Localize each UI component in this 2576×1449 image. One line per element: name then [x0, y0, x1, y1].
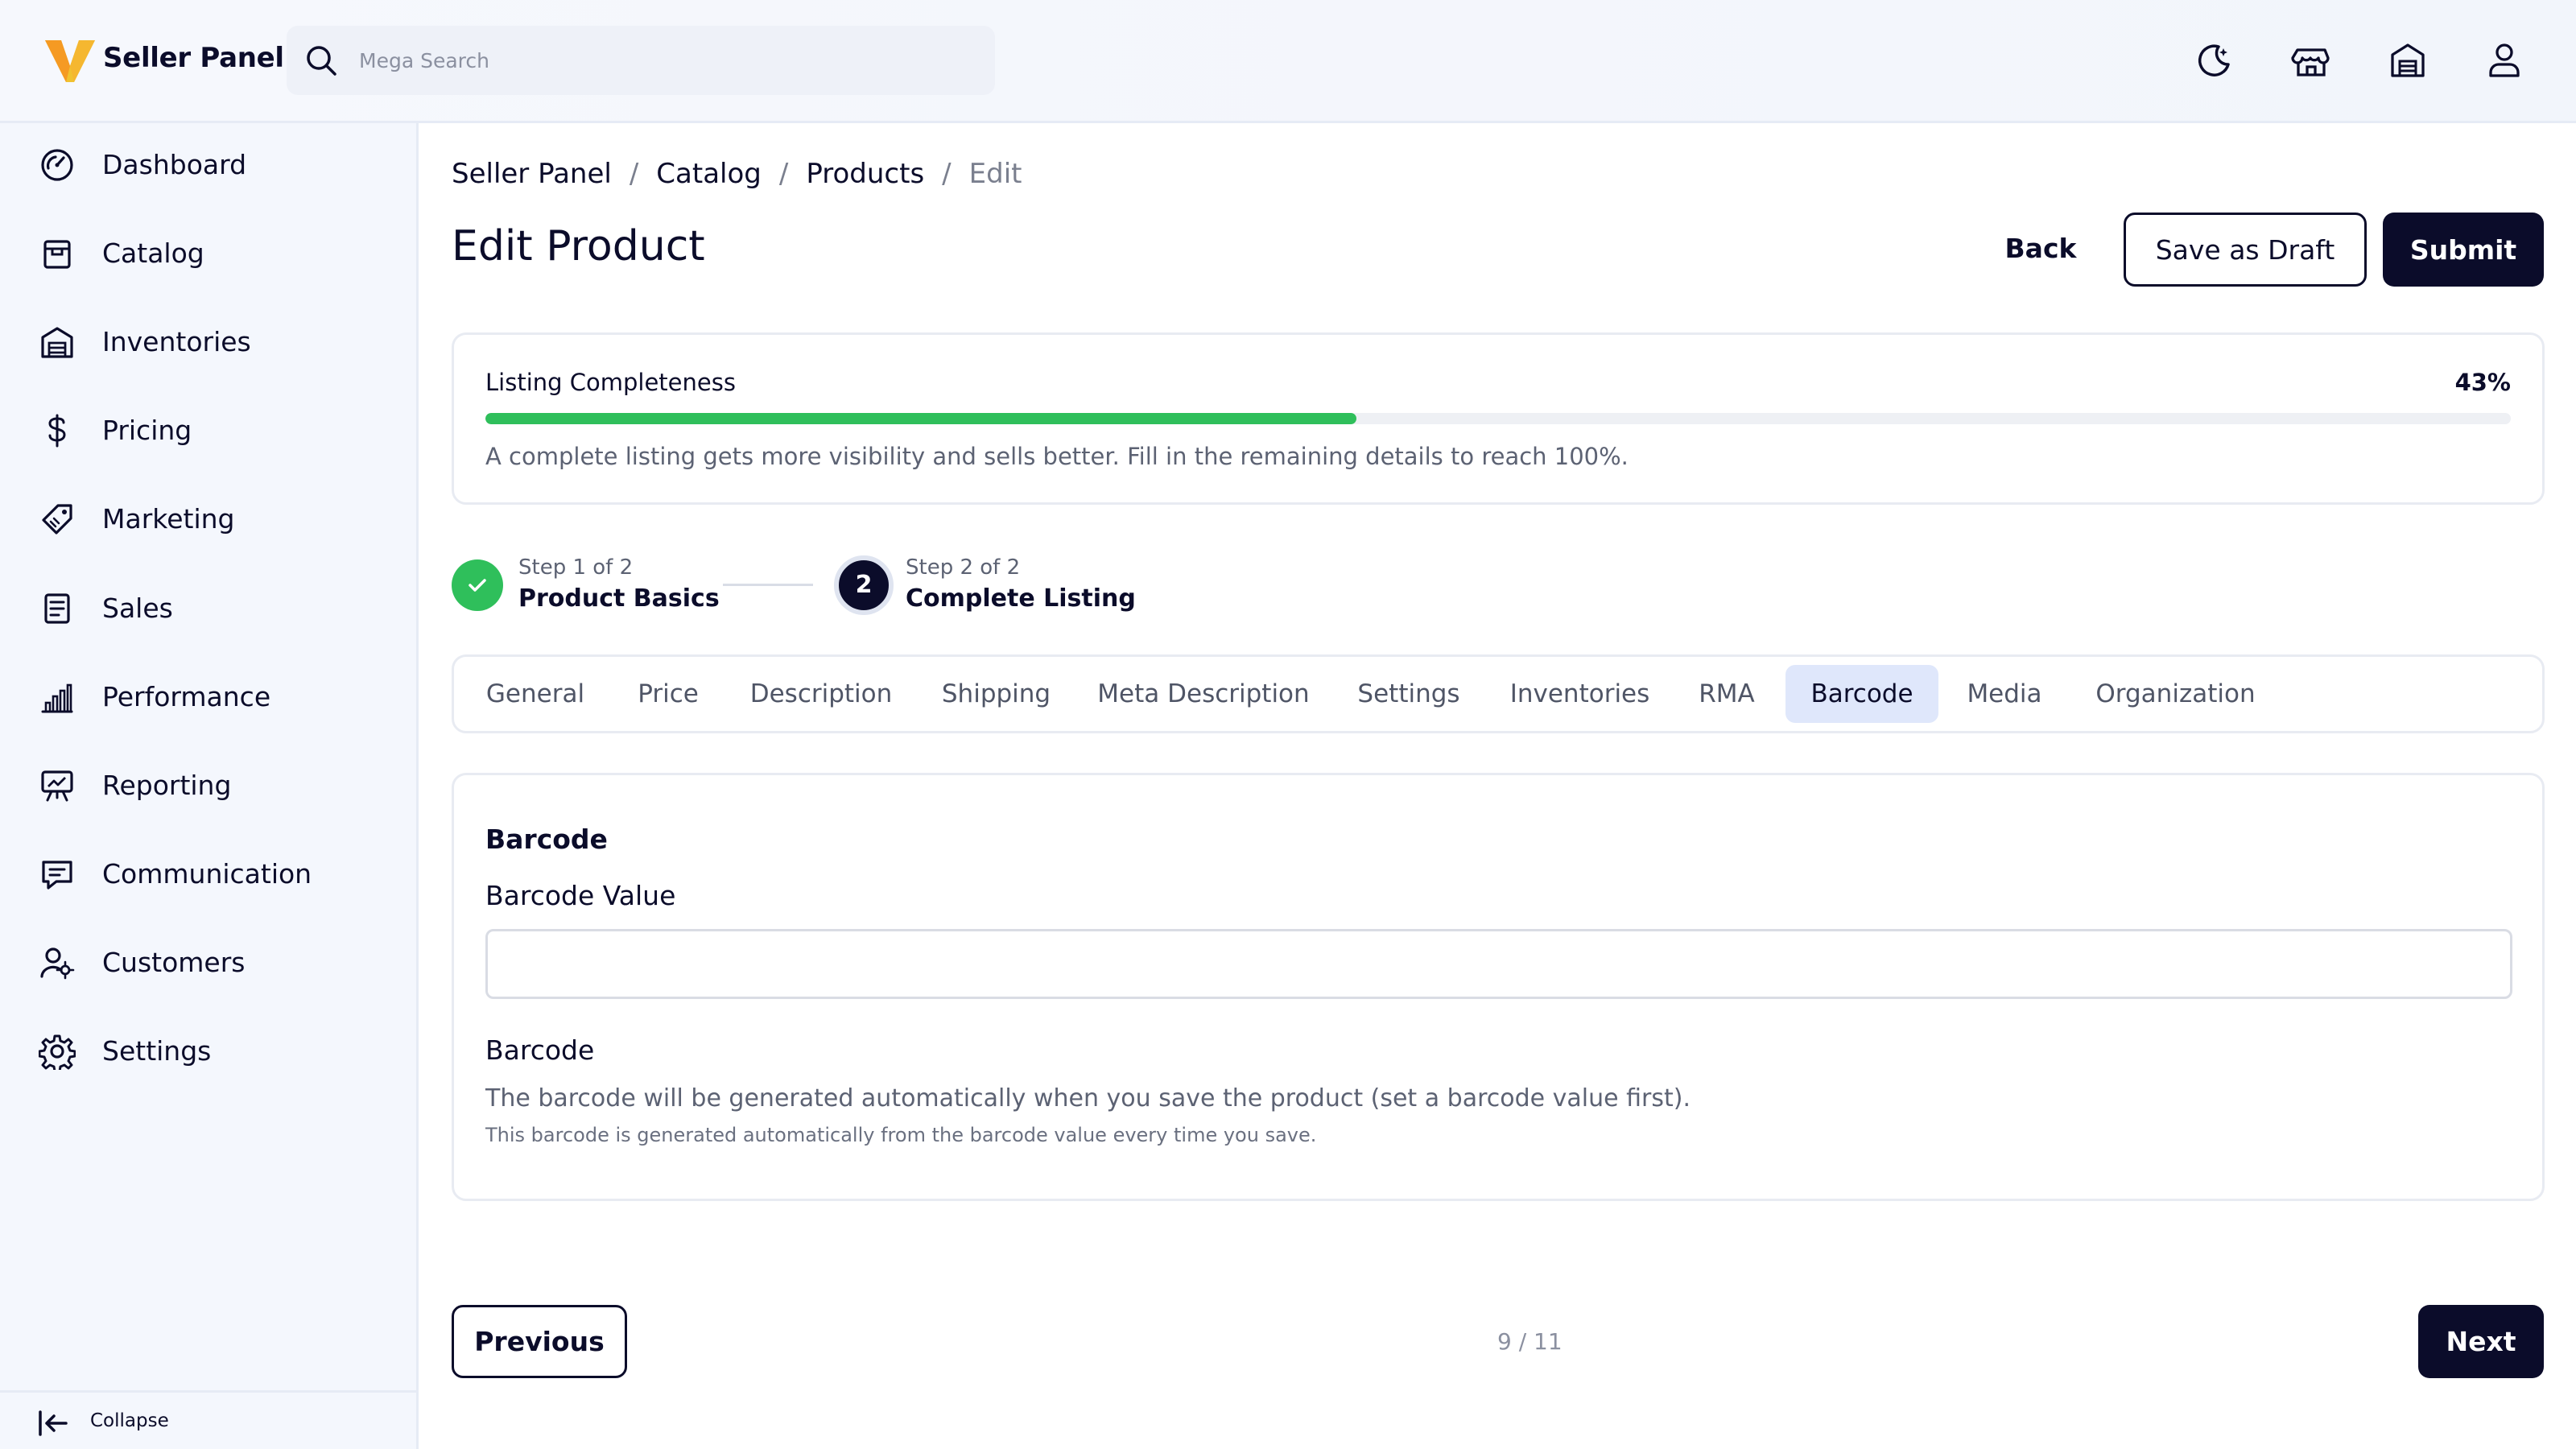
step-1-caption: Step 1 of 2 [518, 555, 634, 580]
sidebar-item-label: Customers [102, 947, 246, 978]
sidebar-item-label: Reporting [102, 770, 232, 801]
barcode-value-input[interactable] [485, 929, 2512, 999]
barcode-label: Barcode [485, 1034, 595, 1066]
sidebar-item-catalog[interactable]: Catalog [0, 213, 416, 293]
sidebar-item-marketing[interactable]: Marketing [0, 478, 416, 559]
top-bar: Seller Panel [0, 0, 2576, 123]
sidebar-item-performance[interactable]: Performance [0, 656, 416, 737]
search-box[interactable] [287, 26, 995, 95]
step-2-caption: Step 2 of 2 [906, 555, 1021, 580]
breadcrumb: Seller Panel / Catalog / Products / Edit [452, 158, 1022, 190]
sidebar-item-inventories[interactable]: Inventories [0, 301, 416, 382]
warehouse-icon [41, 327, 73, 358]
store-icon[interactable] [2291, 40, 2331, 80]
tab-inventories[interactable]: Inventories [1493, 665, 1666, 723]
sidebar-item-pricing[interactable]: Pricing [0, 390, 416, 470]
tab-description[interactable]: Description [733, 665, 910, 723]
step-1-title: Product Basics [518, 584, 720, 613]
search-icon [307, 46, 336, 76]
catalog-icon [43, 240, 71, 269]
save-draft-button[interactable]: Save as Draft [2124, 213, 2367, 287]
theme-toggle-icon[interactable] [2194, 40, 2235, 80]
completeness-card: Listing Completeness 43% A complete list… [452, 332, 2545, 505]
v-logo-icon[interactable] [43, 34, 97, 87]
breadcrumb-item[interactable]: Seller Panel [452, 158, 612, 190]
submit-button[interactable]: Submit [2383, 213, 2544, 287]
tag-icon [42, 504, 72, 535]
chat-icon [42, 861, 72, 890]
sidebar-item-label: Catalog [102, 237, 204, 269]
completeness-progress-bar [485, 413, 2511, 424]
collapse-label: Collapse [90, 1410, 169, 1431]
tab-rma[interactable]: RMA [1686, 665, 1767, 723]
breadcrumb-current: Edit [968, 158, 1022, 190]
barcode-help-subtext: This barcode is generated automatically … [485, 1124, 1317, 1146]
breadcrumb-item[interactable]: Products [806, 158, 924, 190]
sidebar-item-label: Pricing [102, 415, 192, 446]
breadcrumb-separator: / [942, 158, 952, 190]
tab-general[interactable]: General [467, 665, 604, 723]
back-button[interactable]: Back [1988, 211, 2093, 285]
tab-organization[interactable]: Organization [2073, 665, 2278, 723]
sidebar-item-reporting[interactable]: Reporting [0, 745, 416, 825]
previous-button[interactable]: Previous [452, 1305, 627, 1378]
users-icon [40, 947, 75, 980]
sidebar-item-settings[interactable]: Settings [0, 1010, 416, 1091]
sidebar-item-label: Dashboard [102, 149, 247, 180]
tab-price[interactable]: Price [624, 665, 712, 723]
barcode-value-label: Barcode Value [485, 880, 676, 911]
breadcrumb-item[interactable]: Catalog [656, 158, 762, 190]
sidebar: Dashboard Catalog Inventories Pricing Ma… [0, 123, 419, 1449]
tab-barcode[interactable]: Barcode [1785, 665, 1938, 723]
sidebar-item-sales[interactable]: Sales [0, 568, 416, 648]
tab-media[interactable]: Media [1956, 665, 2053, 723]
completeness-percent: 43% [2454, 369, 2511, 396]
step-2-number: 2 [855, 571, 873, 599]
brand-name[interactable]: Seller Panel [103, 42, 284, 74]
tab-settings[interactable]: Settings [1344, 665, 1473, 723]
check-icon [469, 579, 486, 592]
sidebar-item-label: Marketing [102, 503, 235, 535]
tab-shipping[interactable]: Shipping [930, 665, 1063, 723]
collapse-button[interactable]: Collapse [0, 1390, 416, 1449]
bar-chart-icon [41, 683, 73, 713]
step-1-complete-indicator[interactable] [452, 559, 503, 611]
sidebar-item-label: Communication [102, 858, 312, 890]
sidebar-item-label: Inventories [102, 326, 251, 357]
sidebar-item-label: Settings [102, 1035, 212, 1067]
barcode-section: Barcode Barcode Value Barcode The barcod… [452, 773, 2545, 1201]
step-2-title: Complete Listing [906, 584, 1136, 613]
barcode-help-text: The barcode will be generated automatica… [485, 1084, 1690, 1113]
presentation-icon [41, 770, 73, 802]
user-icon[interactable] [2484, 40, 2524, 80]
page-title: Edit Product [452, 222, 705, 270]
receipt-icon [44, 593, 70, 624]
sidebar-item-customers[interactable]: Customers [0, 922, 416, 1002]
breadcrumb-separator: / [629, 158, 639, 190]
dollar-icon [48, 414, 66, 448]
step-connector [723, 584, 813, 586]
breadcrumb-separator: / [778, 158, 789, 190]
warehouse-icon[interactable] [2388, 40, 2428, 80]
sidebar-item-label: Sales [102, 592, 173, 624]
section-title: Barcode [485, 824, 608, 855]
search-input[interactable] [359, 26, 971, 95]
tab-pager: 9 / 11 [1497, 1328, 1563, 1355]
next-button[interactable]: Next [2418, 1305, 2544, 1378]
tab-meta-description[interactable]: Meta Description [1083, 665, 1324, 723]
gear-icon [39, 1034, 76, 1070]
collapse-icon [39, 1410, 68, 1436]
completeness-progress-fill [485, 413, 1356, 424]
sidebar-item-dashboard[interactable]: Dashboard [0, 124, 416, 204]
dashboard-icon [41, 149, 73, 181]
sidebar-item-communication[interactable]: Communication [0, 833, 416, 914]
step-2-active-indicator[interactable]: 2 [834, 555, 894, 615]
sidebar-item-label: Performance [102, 681, 271, 712]
completeness-note: A complete listing gets more visibility … [485, 443, 1629, 470]
completeness-label: Listing Completeness [485, 369, 736, 396]
